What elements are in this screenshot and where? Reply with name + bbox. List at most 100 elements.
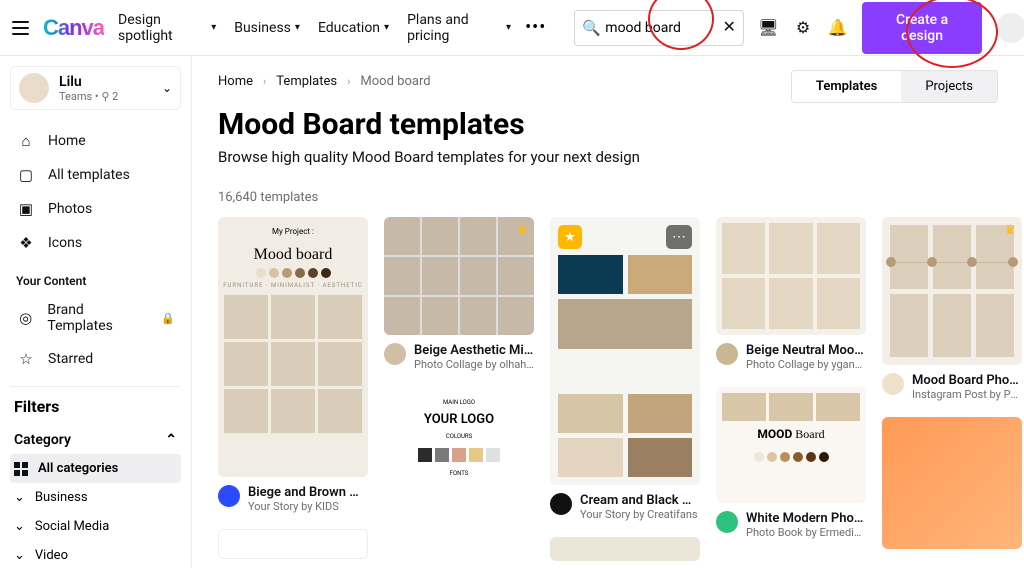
desktop-icon[interactable]: 🖥 — [758, 17, 779, 39]
category-social-media[interactable]: ⌄Social Media — [10, 512, 181, 541]
main-content: Home› Templates› Mood board Templates Pr… — [192, 56, 1024, 568]
team-switcher[interactable]: Lilu Teams • ⚲ 2 ⌄ — [10, 66, 181, 110]
star-icon[interactable]: ★ — [558, 225, 582, 249]
nav-business[interactable]: Business▾ — [234, 12, 300, 44]
template-thumbnail — [550, 537, 700, 561]
result-count: 16,640 templates — [218, 190, 1024, 205]
lock-icon: 🔒 — [161, 312, 175, 325]
page-title: Mood Board templates — [218, 107, 1024, 142]
template-author: Photo Collage by yganko — [746, 358, 866, 371]
chevron-down-icon: ⌄ — [14, 490, 25, 505]
photos-icon: ▣ — [16, 200, 36, 218]
template-thumbnail: ♛ — [882, 217, 1022, 365]
category-business[interactable]: ⌄Business — [10, 483, 181, 512]
logo[interactable]: Canva — [43, 15, 104, 41]
view-tabs: Templates Projects — [791, 70, 998, 103]
template-thumbnail: MOOD Board — [716, 387, 866, 503]
grid-icon — [14, 462, 28, 476]
template-card[interactable]: ★ ⋯ Cream and Black Mo…Your Story by Cre… — [550, 217, 700, 521]
icons-icon: ❖ — [16, 234, 36, 252]
chevron-down-icon: ⌄ — [162, 81, 172, 95]
clear-search-icon[interactable]: ✕ — [722, 17, 735, 36]
author-avatar — [218, 485, 240, 507]
author-avatar — [716, 511, 738, 533]
chevron-down-icon: ▾ — [506, 22, 511, 33]
sidebar-item-home[interactable]: ⌂Home — [10, 124, 181, 158]
nav-plans[interactable]: Plans and pricing▾ — [407, 12, 511, 44]
template-title: Beige Aesthetic Mini… — [414, 343, 534, 358]
template-thumbnail — [716, 217, 866, 335]
template-card[interactable] — [882, 417, 1022, 549]
nav-design-spotlight[interactable]: Design spotlight▾ — [118, 12, 216, 44]
primary-nav: Design spotlight▾ Business▾ Education▾ P… — [118, 12, 511, 44]
template-card[interactable]: ♛ Mood Board Photo C…Instagram Post by P… — [882, 217, 1022, 401]
crumb-home[interactable]: Home — [218, 74, 253, 89]
template-title: Biege and Brown Mo… — [248, 485, 368, 500]
author-avatar — [384, 343, 406, 365]
filters-heading: Filters — [14, 397, 181, 416]
template-author: Photo Collage by olhahla… — [414, 358, 534, 371]
template-thumbnail: My Project : Mood board FURNITURE · MINI… — [218, 217, 368, 477]
crumb-current: Mood board — [360, 74, 430, 89]
template-author: Your Story by KIDS — [248, 500, 368, 513]
sidebar-item-icons[interactable]: ❖Icons — [10, 226, 181, 260]
tab-projects[interactable]: Projects — [901, 71, 997, 102]
chevron-down-icon: ▾ — [384, 22, 389, 33]
category-all[interactable]: All categories — [10, 454, 181, 483]
template-card[interactable]: MOOD Board White Modern Photo …Photo Boo… — [716, 387, 866, 539]
template-thumbnail: MAIN LOGO YOUR LOGO COLOURS FONTS — [384, 387, 534, 537]
author-avatar — [716, 343, 738, 365]
section-your-content: Your Content — [16, 274, 181, 288]
page-subtitle: Browse high quality Mood Board templates… — [218, 148, 1024, 166]
chevron-down-icon: ▾ — [295, 22, 300, 33]
template-thumbnail: ★ ⋯ — [550, 217, 700, 485]
sidebar-item-starred[interactable]: ☆Starred — [10, 342, 181, 376]
template-author: Photo Book by Ermedia S… — [746, 526, 866, 539]
template-card[interactable] — [218, 529, 368, 559]
sidebar-item-brand-templates[interactable]: ◎Brand Templates🔒 — [10, 294, 181, 342]
category-toggle[interactable]: Category⌃ — [10, 426, 181, 454]
gear-icon[interactable]: ⚙ — [793, 17, 814, 39]
bell-icon[interactable]: 🔔 — [827, 17, 848, 39]
search-field: 🔍 ✕ — [574, 10, 744, 46]
avatar — [19, 73, 49, 103]
brand-icon: ◎ — [16, 309, 35, 327]
template-thumbnail — [218, 529, 368, 559]
template-author: Your Story by Creatifans — [580, 508, 700, 521]
menu-icon[interactable] — [12, 21, 29, 35]
create-design-button[interactable]: Create a design — [862, 2, 982, 54]
home-icon: ⌂ — [16, 132, 36, 150]
top-nav: Canva Design spotlight▾ Business▾ Educat… — [0, 0, 1024, 56]
sidebar: Lilu Teams • ⚲ 2 ⌄ ⌂Home ▢All templates … — [0, 56, 192, 568]
category-video[interactable]: ⌄Video — [10, 541, 181, 568]
chevron-down-icon: ▾ — [211, 22, 216, 33]
avatar[interactable] — [996, 13, 1024, 43]
template-title: Cream and Black Mo… — [580, 493, 700, 508]
template-card[interactable]: ♛ Beige Aesthetic Mini…Photo Collage by … — [384, 217, 534, 371]
profile-name: Lilu — [59, 74, 118, 90]
template-card[interactable]: MAIN LOGO YOUR LOGO COLOURS FONTS — [384, 387, 534, 537]
template-thumbnail: ♛ — [384, 217, 534, 335]
template-title: Mood Board Photo C… — [912, 373, 1022, 388]
templates-icon: ▢ — [16, 166, 36, 184]
template-thumbnail — [882, 417, 1022, 549]
chevron-down-icon: ⌄ — [14, 548, 25, 563]
chevron-up-icon: ⌃ — [165, 432, 177, 448]
template-gallery: My Project : Mood board FURNITURE · MINI… — [218, 217, 1024, 561]
template-title: White Modern Photo … — [746, 511, 866, 526]
template-title: Beige Neutral Mood … — [746, 343, 866, 358]
author-avatar — [550, 493, 572, 515]
tab-templates[interactable]: Templates — [792, 71, 901, 102]
nav-education[interactable]: Education▾ — [318, 12, 389, 44]
chevron-down-icon: ⌄ — [14, 519, 25, 534]
template-card[interactable]: Beige Neutral Mood …Photo Collage by yga… — [716, 217, 866, 371]
template-card[interactable] — [550, 537, 700, 561]
sidebar-item-photos[interactable]: ▣Photos — [10, 192, 181, 226]
more-menu-icon[interactable]: ••• — [525, 17, 546, 38]
more-icon[interactable]: ⋯ — [666, 225, 692, 249]
template-card[interactable]: My Project : Mood board FURNITURE · MINI… — [218, 217, 368, 513]
sidebar-item-all-templates[interactable]: ▢All templates — [10, 158, 181, 192]
crown-icon: ♛ — [1004, 223, 1016, 238]
profile-team: Teams • ⚲ 2 — [59, 90, 118, 103]
crumb-templates[interactable]: Templates — [276, 74, 337, 89]
